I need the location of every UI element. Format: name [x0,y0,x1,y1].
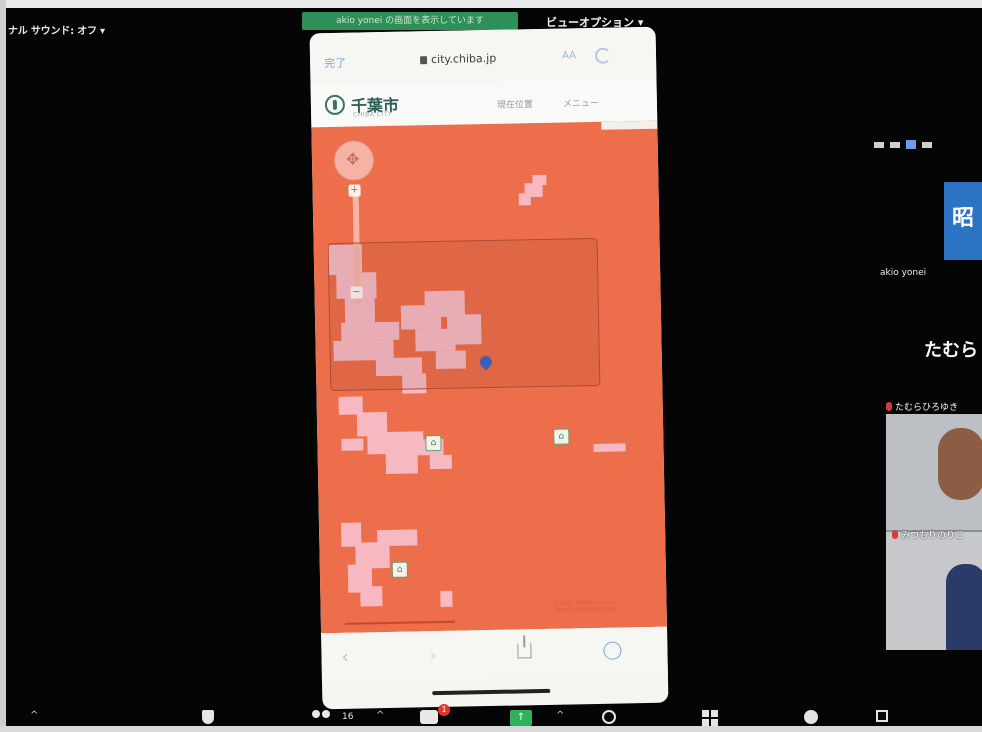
chat-unread-badge: 1 [438,704,450,716]
screen-frame-bottom [0,726,982,732]
participant-name: たむらひろゆき [895,403,959,413]
shelter-icon[interactable]: ⌂ [425,434,442,452]
layout-option-icon[interactable] [906,140,916,149]
map-copyright: (c)2022 ZENRIN Co.,Ltd. (Z22LC 第0000号) 2… [554,599,654,615]
shared-phone-screen: 完了 city.chiba.jp AA 千葉市 CHIBA CITY 現在位置 … [309,26,669,710]
screen-share-banner: akio yonei の画面を表示しています [302,12,518,30]
hazard-map[interactable]: + − ⌂ ⌂ ⌂ (c)2022 ZENRIN Co.,Ltd. (Z22LC… [311,120,667,634]
participants-chevron-icon[interactable]: ^ [376,710,384,721]
featured-participant-name: たむら [924,340,978,361]
done-button[interactable]: 完了 [324,55,346,71]
record-icon[interactable] [602,710,616,724]
share-screen-button[interactable]: ↑ [510,710,532,726]
current-location-link[interactable]: 現在位置 [497,97,533,111]
shelter-icon[interactable]: ⌂ [391,561,409,578]
site-logo-subtext: CHIBA CITY [353,110,393,119]
safari-address-bar: 完了 city.chiba.jp AA [309,26,657,86]
reader-aa-button[interactable]: AA [562,50,576,61]
url-field[interactable]: city.chiba.jp [420,52,496,66]
host-avatar-tile[interactable]: 昭 [944,182,982,260]
layout-option-icon[interactable] [874,141,884,148]
participant-figure [946,564,982,650]
map-selection-box [327,237,601,392]
layout-option-icon[interactable] [890,141,900,148]
security-shield-icon[interactable] [202,710,214,724]
shelter-icon[interactable]: ⌂ [553,428,570,445]
url-text: city.chiba.jp [430,51,497,67]
site-header: 千葉市 CHIBA CITY 現在位置 メニュー [310,78,658,128]
muted-mic-icon [892,530,898,539]
reload-icon[interactable] [594,47,612,64]
apps-icon[interactable] [702,710,718,726]
participant-count: 16 [342,712,354,722]
safari-bottom-toolbar: ‹ › [321,626,668,682]
share-chevron-icon[interactable]: ^ [556,710,564,721]
lock-icon [420,56,428,65]
gallery-layout-switcher[interactable] [874,134,982,149]
participant-label: たむらひろゆき [886,400,958,413]
participant-label: みつもりのりこ [892,528,964,541]
fullscreen-icon[interactable] [876,710,888,722]
host-name-label: akio yonei [880,268,927,278]
compass-icon[interactable] [603,641,622,660]
participant-face [938,428,982,500]
screen-frame-top [0,0,982,8]
screen-frame-left [0,0,6,732]
home-indicator [432,688,551,696]
forward-icon[interactable]: › [429,645,437,666]
chiba-city-emblem-icon [324,94,346,116]
video-feed [886,414,982,530]
chat-icon[interactable] [420,710,438,724]
video-feed [886,532,982,650]
back-icon[interactable]: ‹ [341,647,349,668]
participant-name: みつもりのりこ [901,531,965,541]
reactions-icon[interactable] [804,710,818,724]
meeting-toolbar: ^ ^ ↑ ^ [0,702,982,728]
muted-mic-icon [886,402,892,411]
grid-layout-icon[interactable] [922,141,932,148]
sound-toggle[interactable]: ナル サウンド: オフ ▾ [8,22,105,37]
zoom-in-button[interactable]: + [348,184,361,197]
host-avatar-initial: 昭 [952,206,975,231]
menu-link[interactable]: メニュー [563,96,599,110]
share-icon[interactable] [517,643,532,659]
audio-chevron-icon[interactable]: ^ [30,710,38,721]
participants-icon[interactable] [312,710,334,724]
